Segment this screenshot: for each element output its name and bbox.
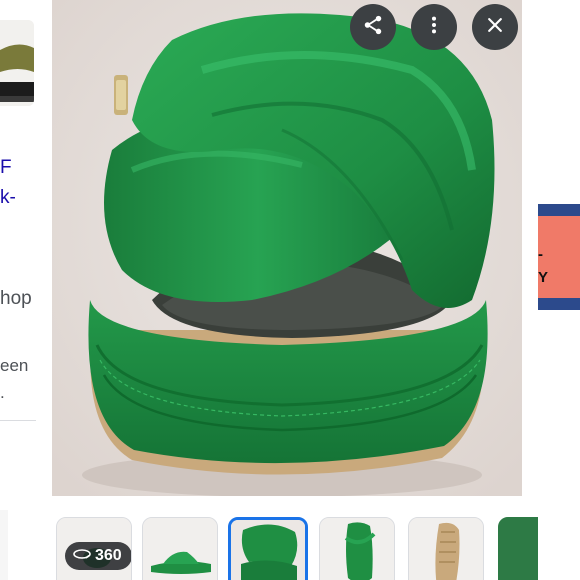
product-image[interactable] <box>52 0 522 496</box>
share-icon <box>362 14 384 41</box>
thumbnail-360-view[interactable]: 360 <box>56 517 132 580</box>
thumbnail-side-view[interactable] <box>142 517 218 580</box>
promo-banner[interactable]: - Y <box>538 204 580 310</box>
result-source-text: hop <box>0 288 32 309</box>
result-title-line[interactable]: k- <box>0 187 16 209</box>
promo-banner-text: - <box>538 246 543 263</box>
close-icon <box>485 15 505 40</box>
background-side-panel: - Y <box>538 0 580 580</box>
image-viewer-panel: 360 <box>36 0 538 580</box>
360-view-icon <box>73 547 91 566</box>
close-button[interactable] <box>472 4 518 50</box>
thumbnail-detail-view[interactable] <box>498 517 538 580</box>
thumbnail-sole-view[interactable] <box>408 517 484 580</box>
thumbnail-top-view[interactable] <box>319 517 395 580</box>
360-badge-label: 360 <box>95 547 122 564</box>
more-options-button[interactable] <box>411 4 457 50</box>
more-vert-icon <box>423 14 445 41</box>
result-description-text: een <box>0 356 29 375</box>
background-results-page: F k- hop een . <box>0 0 36 580</box>
result-thumbnail[interactable] <box>0 510 8 580</box>
thumbnail-strip: 360 <box>56 517 538 580</box>
share-button[interactable] <box>350 4 396 50</box>
thumbnail-front-view[interactable] <box>228 517 308 580</box>
360-badge: 360 <box>65 542 131 570</box>
promo-banner-inner: - Y <box>538 216 580 298</box>
promo-banner-text: Y <box>538 269 549 286</box>
result-title-line[interactable]: F <box>0 157 12 179</box>
result-description-text: . <box>0 383 5 402</box>
result-thumbnail[interactable] <box>0 20 34 106</box>
divider <box>0 420 36 421</box>
